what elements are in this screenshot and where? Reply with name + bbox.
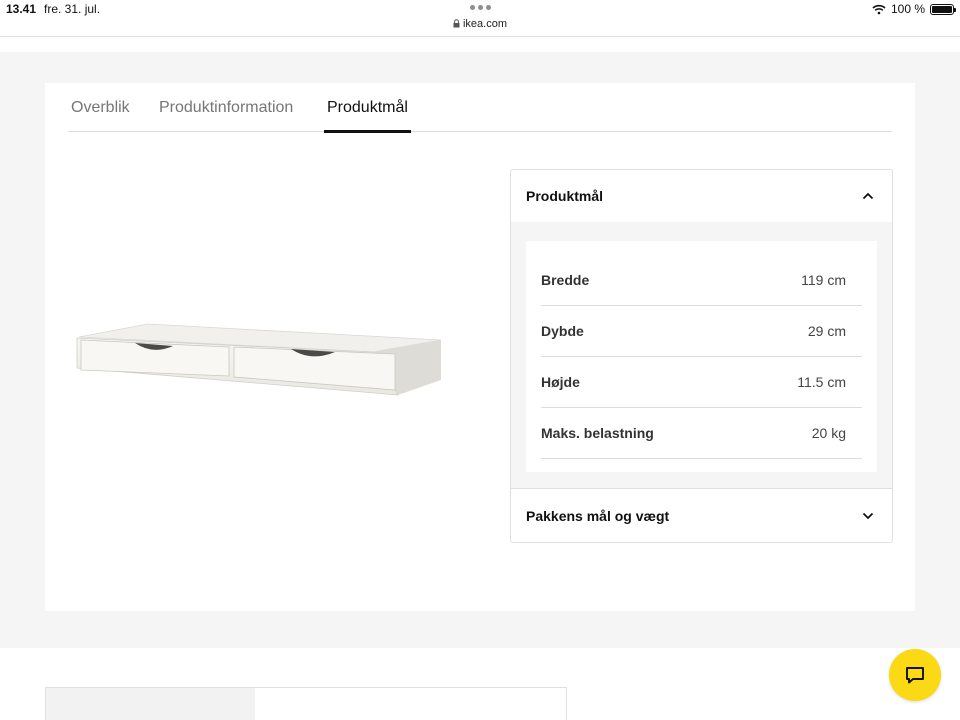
product-details-card: Overblik Produktinformation Produktmål P… xyxy=(45,83,915,611)
dimension-row: Højde 11.5 cm xyxy=(541,357,862,408)
battery-icon xyxy=(930,3,956,15)
dimension-label: Bredde xyxy=(541,272,590,288)
status-indicators: 100 % xyxy=(872,2,956,16)
product-image xyxy=(76,323,442,396)
dimensions-accordion: Produktmål Bredde 119 cm Dybde 29 cm Høj… xyxy=(510,169,893,543)
dimension-value: 11.5 cm xyxy=(797,374,846,390)
dimension-value: 29 cm xyxy=(807,323,846,339)
dimension-row: Dybde 29 cm xyxy=(541,306,862,357)
dimension-value: 20 kg xyxy=(811,425,846,441)
status-bar: 13.41 fre. 31. jul. ikea.com 100 % xyxy=(0,0,960,37)
dimension-row: Maks. belastning 20 kg xyxy=(541,408,862,459)
multitasking-dots-icon[interactable] xyxy=(470,5,491,10)
status-date: fre. 31. jul. xyxy=(44,2,101,16)
next-section-preview xyxy=(45,687,567,720)
package-accordion-header[interactable]: Pakkens mål og vægt xyxy=(511,490,892,542)
produktmal-accordion-body: Bredde 119 cm Dybde 29 cm Højde 11.5 cm … xyxy=(511,222,892,489)
dimensions-table: Bredde 119 cm Dybde 29 cm Højde 11.5 cm … xyxy=(526,241,877,472)
dimension-label: Maks. belastning xyxy=(541,425,654,441)
dimension-value: 119 cm xyxy=(801,272,846,288)
active-tab-indicator xyxy=(324,130,411,133)
dimension-label: Dybde xyxy=(541,323,584,339)
battery-percent: 100 % xyxy=(890,2,925,16)
tab-overblik[interactable]: Overblik xyxy=(71,99,130,117)
next-section-image-placeholder xyxy=(46,688,255,720)
status-time: 13.41 xyxy=(6,2,37,16)
package-accordion-title: Pakkens mål og vægt xyxy=(526,508,670,524)
produktmal-accordion-header[interactable]: Produktmål xyxy=(511,170,892,222)
dimension-label: Højde xyxy=(541,374,580,390)
wifi-icon xyxy=(872,4,886,14)
url-text: ikea.com xyxy=(462,18,508,30)
produktmal-accordion-title: Produktmål xyxy=(526,188,604,204)
chat-bubble-icon xyxy=(906,666,924,683)
lock-icon xyxy=(453,19,460,28)
tab-bar: Overblik Produktinformation Produktmål xyxy=(68,83,892,133)
address-bar[interactable]: ikea.com xyxy=(0,18,960,30)
chevron-up-icon[interactable] xyxy=(862,192,874,200)
chat-button[interactable] xyxy=(889,649,941,701)
tab-produktinformation[interactable]: Produktinformation xyxy=(159,99,293,117)
dimension-row: Bredde 119 cm xyxy=(541,255,862,306)
tab-produktmal[interactable]: Produktmål xyxy=(327,99,408,117)
chevron-down-icon[interactable] xyxy=(862,512,874,520)
